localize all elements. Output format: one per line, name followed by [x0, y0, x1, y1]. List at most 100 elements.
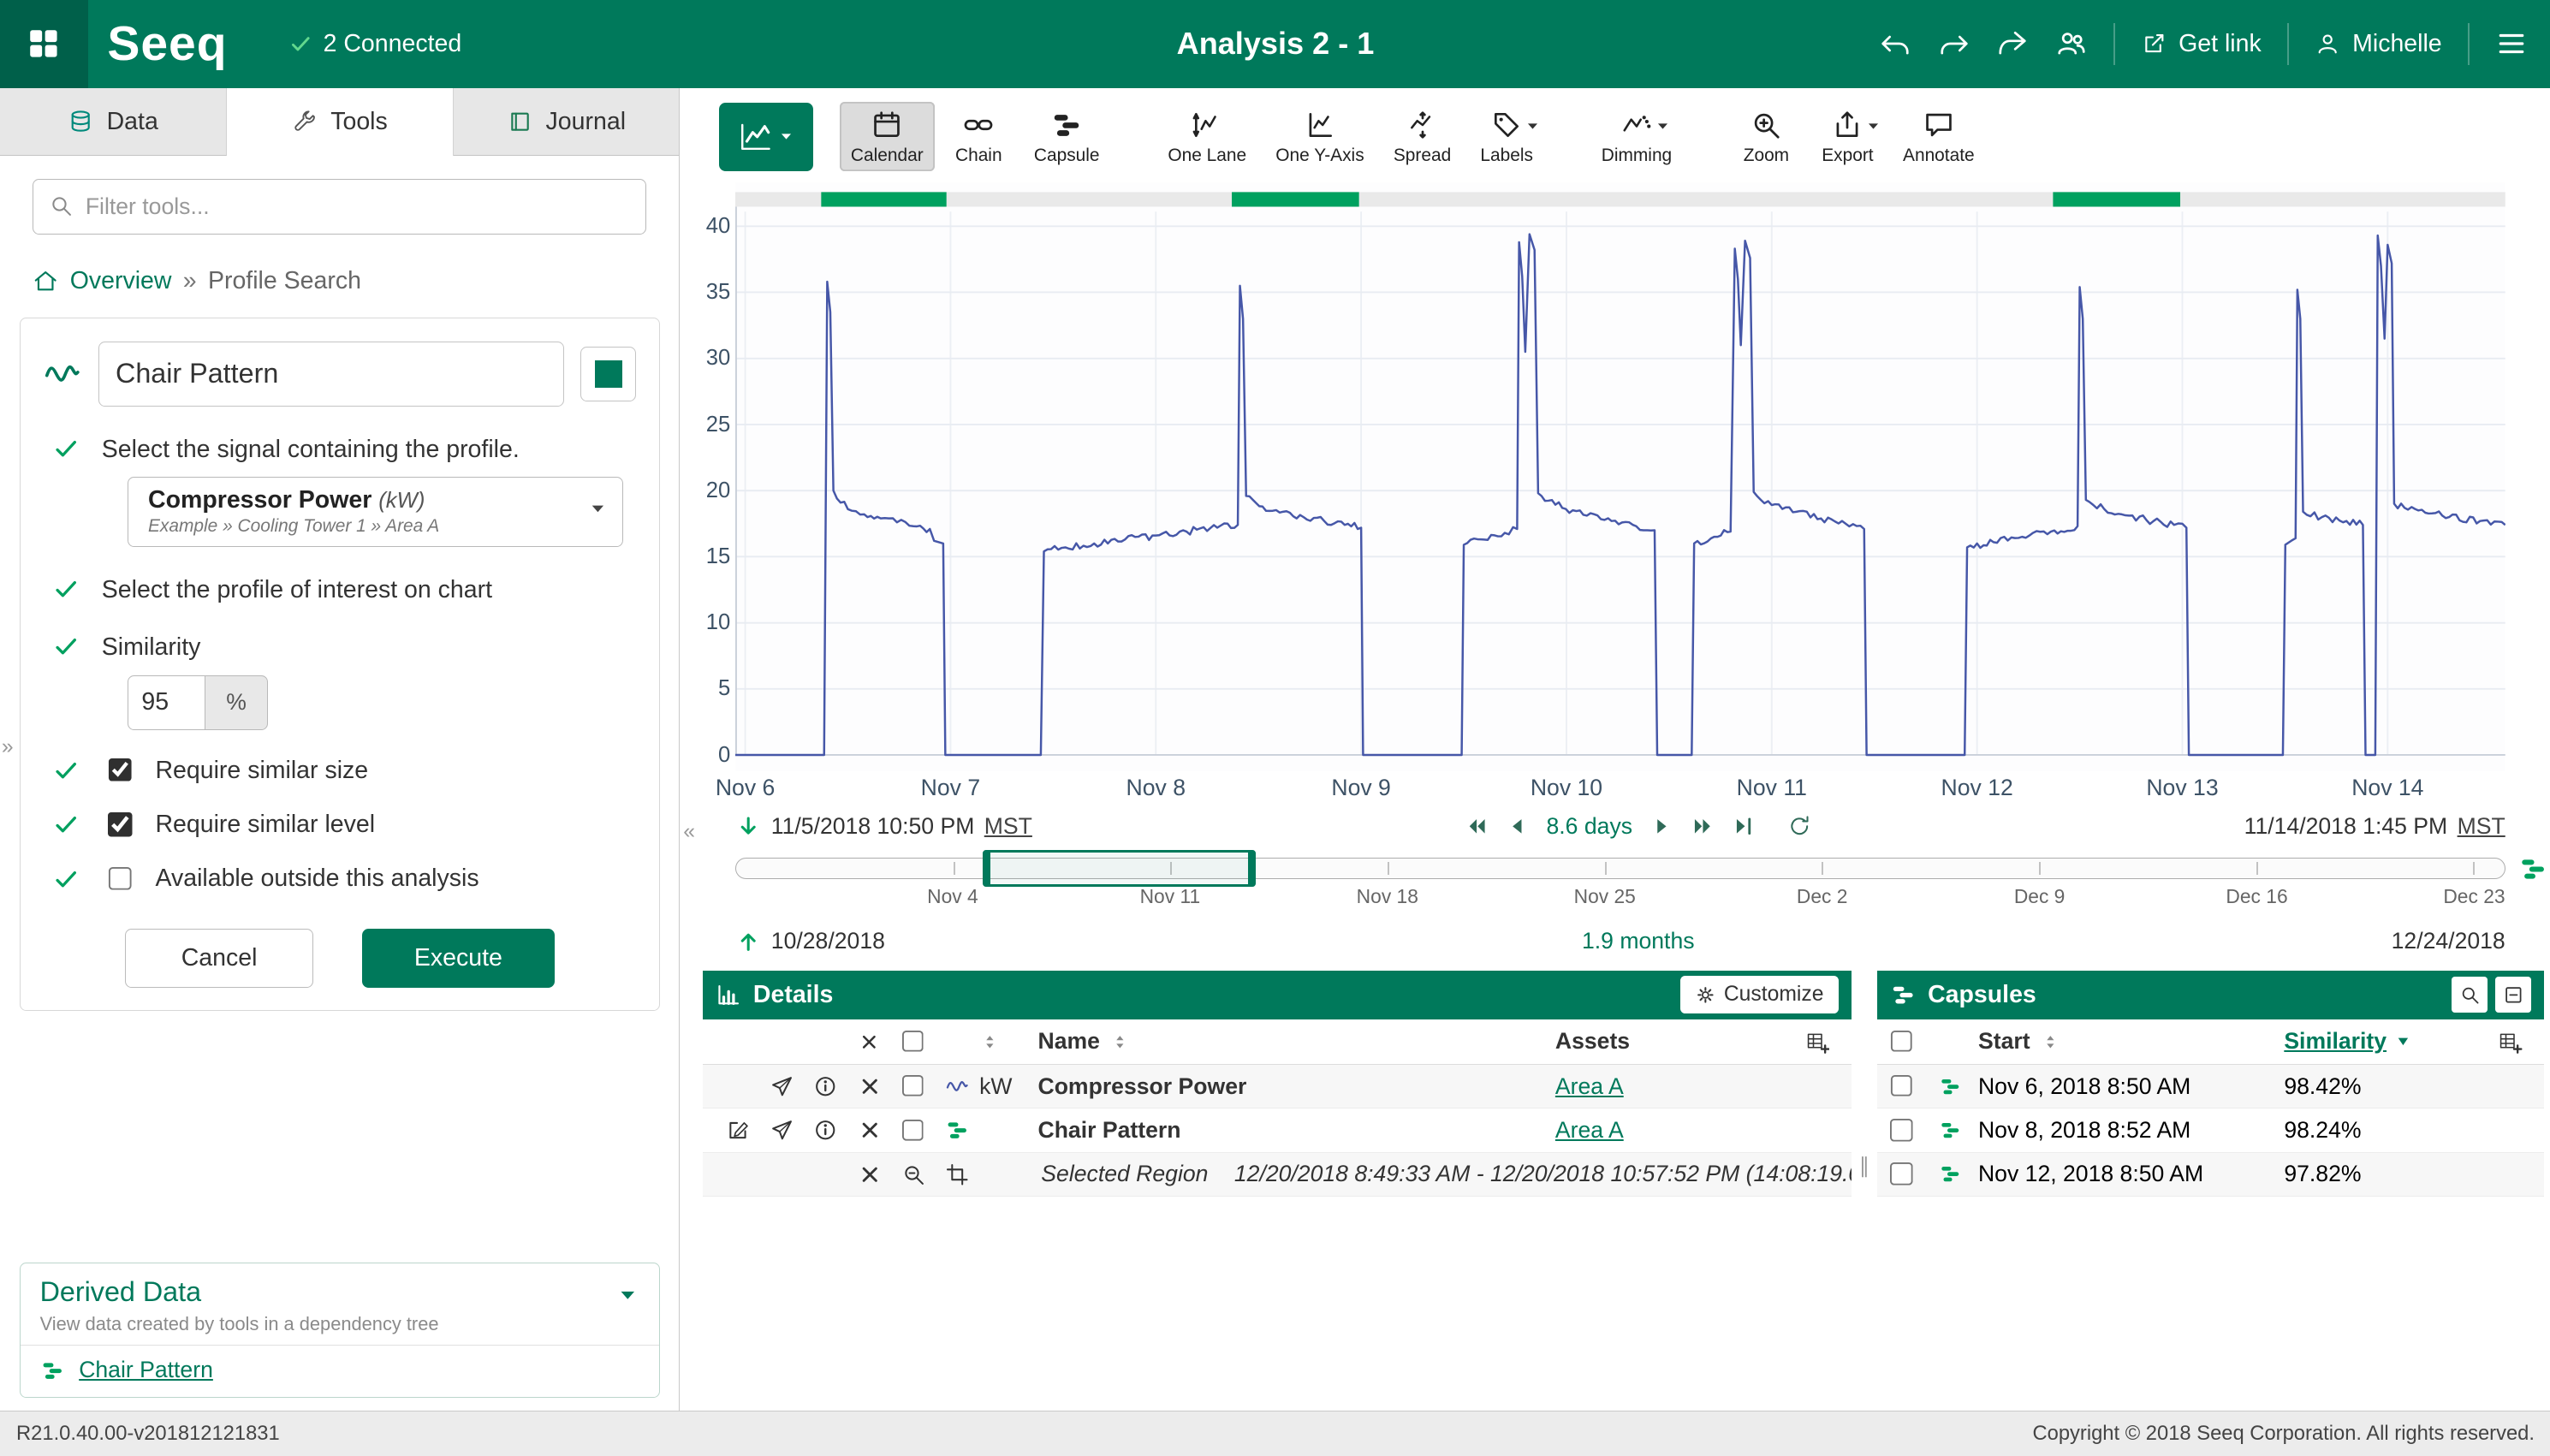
- home-icon[interactable]: [33, 268, 58, 294]
- share-icon[interactable]: [1996, 27, 2029, 60]
- timezone-link[interactable]: MST: [984, 813, 1032, 840]
- info-icon[interactable]: [813, 1074, 838, 1099]
- users-icon[interactable]: [2055, 27, 2088, 60]
- execute-button[interactable]: Execute: [362, 929, 554, 987]
- toolbar-spread[interactable]: Spread: [1382, 102, 1463, 171]
- x-icon[interactable]: [858, 1162, 883, 1187]
- step-forward-icon[interactable]: [1690, 814, 1715, 839]
- name-column-header[interactable]: Name: [1037, 1028, 1099, 1055]
- add-column-icon[interactable]: [2498, 1030, 2523, 1055]
- customize-button[interactable]: Customize: [1680, 976, 1839, 1013]
- toolbar-chain[interactable]: Chain: [942, 102, 1016, 171]
- tab-tools[interactable]: Tools: [227, 88, 454, 157]
- signal-icon[interactable]: [945, 1074, 970, 1099]
- back-icon[interactable]: [1507, 816, 1529, 837]
- assets-column-header[interactable]: Assets: [1555, 1028, 1783, 1055]
- x-icon[interactable]: [858, 1118, 883, 1143]
- zoom-to-capsule-button[interactable]: [2452, 977, 2488, 1013]
- range-selector[interactable]: [983, 850, 1255, 888]
- toolbar-annotate[interactable]: Annotate: [1892, 102, 1986, 171]
- display-range-bar: 11/5/2018 10:50 PM MST 8.6 days 11/14/20…: [735, 813, 2505, 840]
- chevron-down-icon[interactable]: [616, 1284, 639, 1307]
- similarity-input[interactable]: [128, 675, 205, 731]
- panel-splitter[interactable]: ∥: [1852, 971, 1877, 1361]
- x-axis[interactable]: Nov 6Nov 7Nov 8Nov 9Nov 10Nov 11Nov 12No…: [735, 771, 2505, 807]
- derived-data-header[interactable]: Derived Data View data created by tools …: [21, 1263, 659, 1345]
- option-checkbox[interactable]: [108, 812, 133, 837]
- toolbar-export[interactable]: Export: [1810, 102, 1885, 171]
- asset-link[interactable]: Area A: [1555, 1117, 1624, 1143]
- capsule-checkbox[interactable]: [1890, 1075, 1913, 1098]
- redo-icon[interactable]: [1938, 27, 1970, 60]
- breadcrumb-overview-link[interactable]: Overview: [70, 267, 172, 295]
- expand-panel-handle[interactable]: »: [2, 735, 14, 759]
- sort-desc-icon[interactable]: [2393, 1031, 2413, 1051]
- step-back-icon[interactable]: [1465, 814, 1490, 839]
- derived-item-link[interactable]: Chair Pattern: [79, 1357, 213, 1383]
- option-checkbox[interactable]: [108, 867, 133, 892]
- start-column-header[interactable]: Start: [1978, 1028, 2030, 1055]
- get-link-button[interactable]: Get link: [2141, 30, 2261, 58]
- tab-data[interactable]: Data: [0, 88, 227, 157]
- add-column-icon[interactable]: [1805, 1030, 1830, 1055]
- down-arrow-icon[interactable]: [735, 814, 761, 840]
- forward-icon[interactable]: [1650, 816, 1672, 837]
- capsule-checkbox[interactable]: [1890, 1119, 1913, 1142]
- range-duration[interactable]: 8.6 days: [1547, 813, 1633, 840]
- remove-all-icon[interactable]: [859, 1031, 880, 1053]
- toolbar-one-lane[interactable]: One Lane: [1156, 102, 1257, 171]
- asset-link[interactable]: Area A: [1555, 1073, 1624, 1099]
- refresh-icon[interactable]: [1787, 814, 1812, 839]
- collapse-capsules-button[interactable]: [2495, 977, 2531, 1013]
- sort-icon[interactable]: [2040, 1031, 2061, 1053]
- trend-chart[interactable]: [735, 182, 2505, 771]
- timezone-link[interactable]: MST: [2458, 813, 2505, 840]
- info-icon[interactable]: [813, 1118, 838, 1143]
- y-axis[interactable]: 0510152025303540: [703, 182, 735, 771]
- filter-tools-input[interactable]: [33, 179, 646, 235]
- signal-select[interactable]: Compressor Power (kW) Example » Cooling …: [128, 477, 623, 547]
- pin-icon[interactable]: [770, 1074, 794, 1099]
- toolbar-item-label: Chain: [955, 146, 1002, 166]
- up-arrow-icon[interactable]: [735, 928, 761, 954]
- row-checkbox[interactable]: [902, 1119, 925, 1142]
- select-all-checkbox[interactable]: [902, 1031, 925, 1054]
- cancel-button[interactable]: Cancel: [125, 929, 313, 987]
- edit-icon[interactable]: [726, 1118, 751, 1143]
- connection-status[interactable]: 2 Connected: [289, 30, 462, 58]
- zoom-minus-icon[interactable]: [901, 1162, 926, 1187]
- item-name: Compressor Power: [1037, 1073, 1554, 1100]
- row-checkbox[interactable]: [902, 1075, 925, 1098]
- capsule-checkbox[interactable]: [1890, 1162, 1913, 1186]
- tool-name-input[interactable]: [98, 342, 564, 407]
- investigate-duration[interactable]: 1.9 months: [885, 928, 2392, 954]
- similarity-column-header[interactable]: Similarity: [2284, 1028, 2387, 1055]
- toolbar-capsule[interactable]: Capsule: [1023, 102, 1111, 171]
- sort-icon[interactable]: [1109, 1031, 1131, 1053]
- user-name-label: Michelle: [2352, 30, 2442, 58]
- toolbar-labels[interactable]: Labels: [1469, 102, 1544, 171]
- tab-journal[interactable]: Journal: [454, 88, 680, 157]
- crop-icon[interactable]: [945, 1162, 970, 1187]
- pin-icon[interactable]: [770, 1118, 794, 1143]
- select-all-capsules-checkbox[interactable]: [1890, 1031, 1913, 1054]
- toolbar-one-y-axis[interactable]: One Y-Axis: [1264, 102, 1376, 171]
- view-selector-button[interactable]: [719, 103, 813, 171]
- user-menu[interactable]: Michelle: [2315, 30, 2441, 58]
- toolbar-calendar[interactable]: Calendar: [840, 102, 935, 171]
- details-header: Details Customize: [703, 971, 1852, 1019]
- apps-button[interactable]: [0, 0, 88, 88]
- x-icon[interactable]: [858, 1074, 883, 1099]
- color-swatch-button[interactable]: [580, 347, 636, 402]
- collapse-sidebar-handle[interactable]: «: [683, 820, 695, 844]
- toolbar-dimming[interactable]: Dimming: [1590, 102, 1683, 171]
- go-to-end-icon[interactable]: [1732, 814, 1756, 839]
- capsule-time-icon[interactable]: [2518, 854, 2547, 883]
- undo-icon[interactable]: [1879, 27, 1911, 60]
- option-checkbox[interactable]: [108, 758, 133, 783]
- details-title: Details: [753, 981, 833, 1009]
- capsule-set-icon[interactable]: [945, 1118, 970, 1143]
- toolbar-zoom[interactable]: Zoom: [1729, 102, 1804, 171]
- hamburger-menu-icon[interactable]: [2495, 27, 2528, 60]
- sort-icon[interactable]: [979, 1031, 1001, 1053]
